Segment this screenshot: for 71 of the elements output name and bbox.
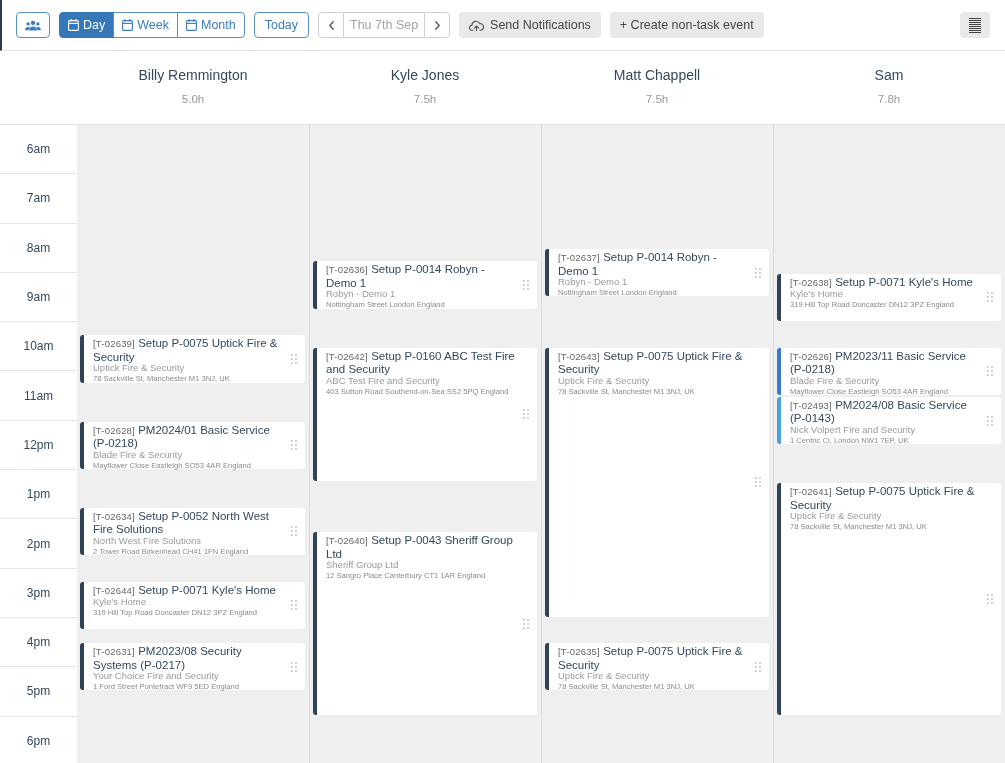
event-title: [T-02638] Setup P-0071 Kyle's Home — [790, 275, 974, 290]
client-name: Uptick Fire & Security — [558, 375, 651, 387]
client-name: Uptick Fire & Security — [790, 511, 883, 522]
drag-handle-icon[interactable] — [987, 415, 993, 426]
cloud-icon — [469, 19, 485, 31]
technician-name: Sam — [874, 67, 904, 84]
drag-handle-icon[interactable] — [291, 661, 297, 672]
drag-handle-icon[interactable] — [987, 366, 993, 377]
calendar-icon — [122, 19, 134, 31]
drag-handle-icon[interactable] — [755, 477, 761, 488]
client-name: Robyn - Demo 1 — [558, 277, 629, 288]
drag-handle-icon[interactable] — [291, 526, 297, 537]
drag-handle-icon[interactable] — [291, 600, 297, 611]
people-icon — [25, 19, 41, 31]
create-event-button[interactable]: + Create non-task event — [609, 12, 764, 38]
client-name: Blade Fire & Security — [93, 449, 184, 460]
client-name: Sheriff Group Ltd — [326, 560, 400, 571]
view-tab[interactable]: Week — [113, 12, 178, 38]
event-title: [T-02642] Setup P-0160 ABC Test Fire and Security — [326, 349, 516, 376]
event-title: [T-02643] Setup P-0075 Uptick Fire & Security — [558, 349, 744, 376]
drag-handle-icon[interactable] — [755, 267, 761, 278]
event-title: [T-02641] Setup P-0075 Uptick Fire & Security — [790, 485, 976, 512]
client-name: North West Fire Solutions — [93, 535, 203, 547]
drag-handle-icon[interactable] — [987, 292, 993, 303]
send-notifications-button[interactable]: Send Notifications — [459, 12, 601, 38]
next-day-button[interactable] — [424, 12, 451, 38]
list-view-button[interactable] — [960, 12, 990, 38]
technician-name: Billy Remmington — [138, 67, 248, 84]
drag-handle-icon[interactable] — [755, 661, 761, 672]
chevron-left-icon — [328, 20, 334, 30]
chevron-right-icon — [434, 20, 440, 30]
client-name: Uptick Fire & Security — [558, 671, 651, 682]
scheduled-hours: 5.0h — [181, 92, 205, 106]
event-title: [T-02644] Setup P-0071 Kyle's Home — [93, 583, 277, 598]
event-title: [T-02637] Setup P-0014 Robyn - Demo 1 — [558, 251, 718, 278]
client-name: Kyle's Home — [93, 597, 148, 608]
calendar-icon — [185, 19, 197, 31]
client-name: Nick Volpert Fire and Security — [790, 424, 917, 436]
view-tab[interactable]: Month — [176, 12, 245, 38]
client-name: Uptick Fire & Security — [93, 363, 186, 374]
technician-name: Kyle Jones — [390, 67, 460, 84]
drag-handle-icon[interactable] — [523, 280, 529, 291]
client-name: ABC Test Fire and Security — [326, 375, 441, 387]
scheduled-hours: 7.8h — [877, 92, 901, 106]
event-title: [T-02636] Setup P-0014 Robyn - Demo 1 — [326, 263, 486, 290]
scheduled-hours: 7.5h — [645, 92, 669, 106]
event-title: [T-02634] Setup P-0052 North West Fire Solutions — [93, 509, 270, 536]
view-tab[interactable]: Day — [59, 12, 115, 38]
client-name: Kyle's Home — [790, 289, 845, 300]
event-title: [T-02635] Setup P-0075 Uptick Fire & Security — [558, 645, 744, 672]
calendar-icon — [68, 19, 79, 31]
event-title: [T-02631] PM2023/08 Security Systems (P-0217) — [93, 645, 243, 672]
client-name: Your Choice Fire and Security — [93, 671, 220, 682]
drag-handle-icon[interactable] — [523, 409, 529, 420]
today-button[interactable]: Today — [253, 12, 310, 38]
technician-name: Matt Chappell — [613, 67, 701, 84]
drag-handle-icon[interactable] — [291, 353, 297, 364]
scheduled-hours: 7.5h — [413, 92, 437, 106]
previous-day-button[interactable] — [318, 12, 345, 38]
event-title: [T-02639] Setup P-0075 Uptick Fire & Security — [93, 337, 279, 364]
team-button[interactable] — [16, 12, 50, 38]
drag-handle-icon[interactable] — [987, 594, 993, 605]
event-title: [T-02628] PM2024/01 Basic Service (P-0218) — [93, 423, 271, 450]
drag-handle-icon[interactable] — [523, 618, 529, 629]
client-name: Robyn - Demo 1 — [326, 289, 397, 300]
client-name: Blade Fire & Security — [790, 375, 881, 387]
drag-handle-icon[interactable] — [291, 440, 297, 451]
list-icon — [969, 17, 981, 33]
event-title: [T-02640] Setup P-0043 Sheriff Group Ltd — [326, 534, 514, 561]
event-title: [T-02493] PM2024/08 Basic Service (P-0143) — [790, 398, 968, 425]
event-title: [T-02626] PM2023/11 Basic Service (P-0218) — [790, 349, 967, 376]
